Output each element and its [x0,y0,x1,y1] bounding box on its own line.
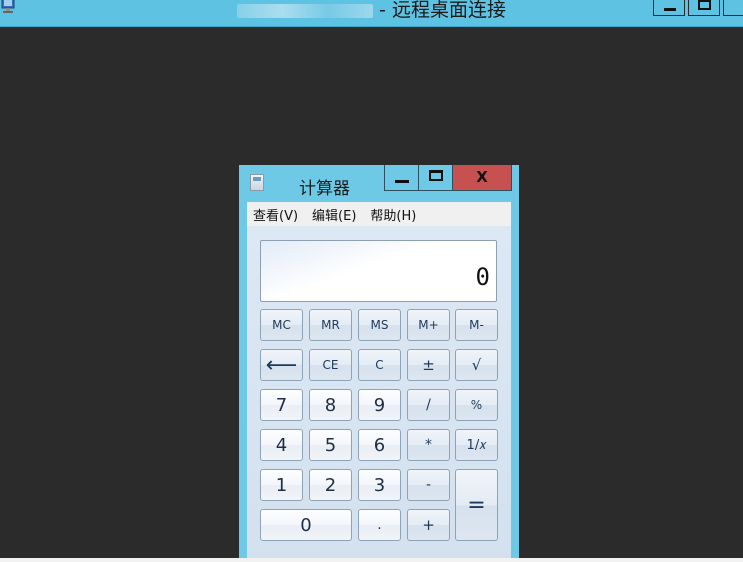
rdp-restore-button[interactable] [688,0,720,16]
calculator-titlebar: 计算器 X [239,165,519,201]
digit-4-button[interactable]: 4 [260,429,303,461]
mr-button[interactable]: MR [309,309,352,341]
digit-5-button[interactable]: 5 [309,429,352,461]
bottom-strip [0,558,743,562]
add-button[interactable]: + [407,509,450,541]
decimal-button[interactable]: . [358,509,401,541]
digit-0-button[interactable]: 0 [260,509,352,541]
menu-bar: 查看(V) 编辑(E) 帮助(H) [247,202,511,226]
calculator-body: 0 MC MR MS M+ M- ⟵ CE C ± √ 7 8 9 / % 4 … [247,226,511,562]
calculator-display: 0 [260,240,497,302]
calculator-window: 计算器 X 查看(V) 编辑(E) 帮助(H) 0 MC MR MS M+ M-… [239,165,519,562]
menu-edit[interactable]: 编辑(E) [312,205,356,224]
rdp-minimize-button[interactable] [653,0,685,16]
divide-button[interactable]: / [407,389,450,421]
equals-button[interactable]: = [455,469,498,541]
percent-button[interactable]: % [455,389,498,421]
calculator-close-button[interactable]: X [452,165,512,191]
m-minus-button[interactable]: M- [455,309,498,341]
clear-button[interactable]: C [358,349,401,381]
calculator-title: 计算器 [299,179,350,199]
ms-button[interactable]: MS [358,309,401,341]
digit-9-button[interactable]: 9 [358,389,401,421]
mc-button[interactable]: MC [260,309,303,341]
calculator-minimize-button[interactable] [384,165,419,191]
digit-8-button[interactable]: 8 [309,389,352,421]
m-plus-button[interactable]: M+ [407,309,450,341]
digit-6-button[interactable]: 6 [358,429,401,461]
minimize-icon [394,180,409,183]
digit-2-button[interactable]: 2 [309,469,352,501]
plus-minus-button[interactable]: ± [407,349,450,381]
multiply-button[interactable]: * [407,429,450,461]
backspace-button[interactable]: ⟵ [260,349,303,381]
restore-icon [698,0,711,10]
remote-desktop-title-text: - 远程桌面连接 [379,0,506,21]
calculator-maximize-button[interactable] [418,165,453,191]
menu-help[interactable]: 帮助(H) [370,205,416,224]
calculator-app-icon [250,174,264,191]
display-value: 0 [475,263,490,291]
sqrt-button[interactable]: √ [455,349,498,381]
digit-7-button[interactable]: 7 [260,389,303,421]
ce-button[interactable]: CE [309,349,352,381]
digit-3-button[interactable]: 3 [358,469,401,501]
subtract-button[interactable]: - [407,469,450,501]
digit-1-button[interactable]: 1 [260,469,303,501]
rdp-close-button[interactable] [723,0,743,16]
remote-desktop-titlebar: - 远程桌面连接 [0,0,743,27]
maximize-icon [428,170,443,181]
menu-view[interactable]: 查看(V) [253,205,298,224]
minimize-icon [664,8,676,11]
close-icon: X [476,167,488,186]
reciprocal-button[interactable]: 1/𝑥 [455,429,498,461]
remote-desktop-title: - 远程桌面连接 [0,0,743,22]
redacted-host-name [237,3,374,18]
